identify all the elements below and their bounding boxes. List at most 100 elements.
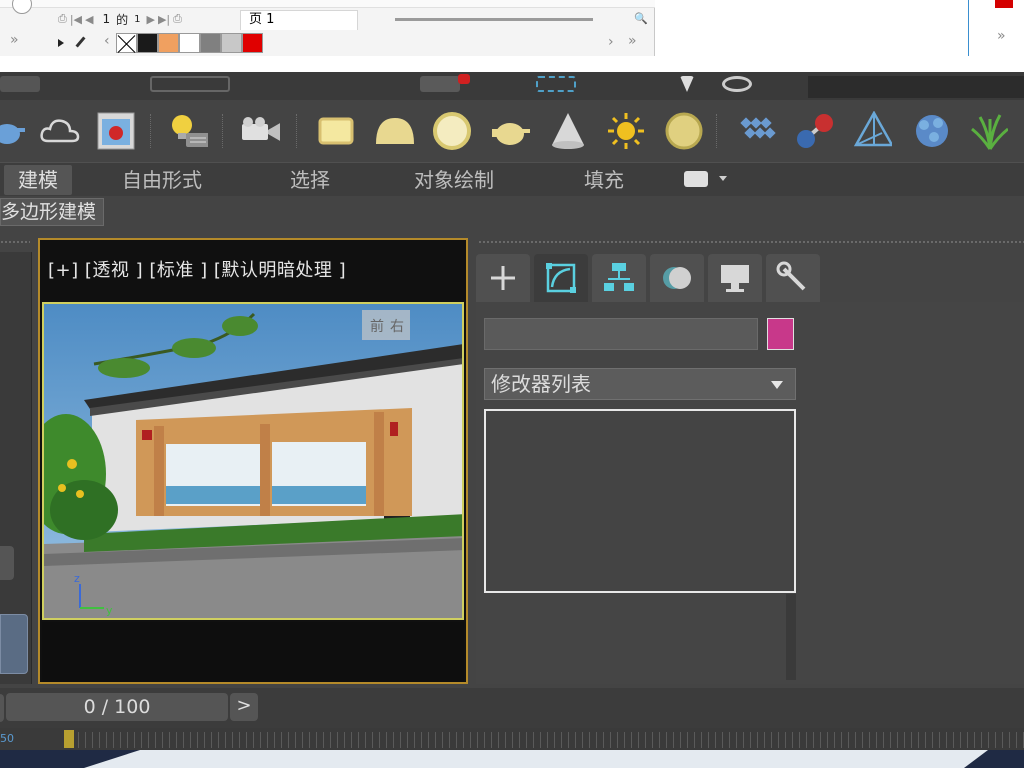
first-page-icon[interactable]: |◀	[70, 13, 82, 26]
ribbon-panel-bar: 多边形建模	[0, 196, 1024, 230]
grass-icon[interactable]	[968, 110, 1008, 152]
time-prev-button[interactable]	[0, 694, 4, 722]
color-swatch-black[interactable]	[136, 33, 158, 53]
main-toolbar-strip	[0, 72, 1024, 100]
eyedropper-icon[interactable]	[74, 36, 86, 50]
left-side-button[interactable]	[0, 546, 14, 580]
ribbon-dropdown-icon[interactable]	[719, 176, 727, 181]
tab-object-paint[interactable]: 对象绘制	[414, 165, 494, 195]
motion-tab[interactable]	[650, 254, 704, 302]
sun-icon[interactable]	[606, 110, 646, 152]
viewcube-front[interactable]: 前	[370, 318, 384, 335]
next-page-icon[interactable]: ▶	[146, 13, 154, 26]
crystal-icon[interactable]	[910, 110, 950, 152]
left-side-panel	[0, 252, 32, 684]
box-glow-icon[interactable]	[316, 110, 356, 152]
utilities-tab[interactable]	[766, 254, 820, 302]
current-page-number[interactable]: 1	[102, 12, 110, 26]
cloud-icon[interactable]	[40, 110, 80, 152]
sphere-glow-icon[interactable]	[432, 110, 472, 152]
swatch-more-icon[interactable]: »	[628, 33, 637, 49]
track-start-number: 50	[0, 732, 14, 745]
swatch-next-icon[interactable]: ›	[608, 34, 614, 50]
tab-freeform[interactable]: 自由形式	[122, 165, 202, 195]
color-swatch-gray[interactable]	[199, 33, 221, 53]
camera-icon[interactable]	[240, 110, 280, 152]
viewport-scene[interactable]: 前 右 z y	[42, 302, 464, 620]
polygon-modeling-button[interactable]: 多边形建模	[0, 198, 104, 226]
object-name-field[interactable]	[484, 318, 758, 350]
page-tab[interactable]: 页 1	[240, 10, 358, 30]
cone-icon[interactable]	[548, 110, 588, 152]
create-toolbar	[0, 100, 1024, 162]
viewport-label[interactable]: [+] [透视 ] [标准 ] [默认明暗处理 ]	[48, 256, 346, 282]
modify-panel: 修改器列表	[476, 302, 1024, 684]
color-swatch-red[interactable]	[241, 33, 263, 53]
command-panel-tabs	[476, 254, 1024, 302]
display-tab[interactable]	[708, 254, 762, 302]
right-expand-chevron-icon[interactable]: »	[997, 28, 1006, 44]
ribbon-tabs: 建模 自由形式 选择 对象绘制 填充	[0, 162, 1024, 196]
axis-z-label: z	[74, 572, 80, 585]
command-panel: 修改器列表	[476, 248, 1024, 684]
red-snap-icon[interactable]	[458, 74, 470, 84]
color-swatch-orange[interactable]	[157, 33, 179, 53]
time-slider-bar: 0 / 100 >	[0, 688, 1024, 728]
ribbon-menu-icon[interactable]	[684, 171, 708, 187]
right-panel-strip: »	[968, 0, 1024, 56]
viewport-letterbox	[42, 622, 464, 682]
molecule-icon[interactable]	[794, 110, 834, 152]
time-slider[interactable]: 0 / 100	[6, 693, 228, 721]
search-field[interactable]	[808, 76, 1024, 98]
hierarchy-tab[interactable]	[592, 254, 646, 302]
modify-tab[interactable]	[534, 254, 588, 302]
modifier-stack[interactable]	[484, 409, 796, 593]
page-nav-panel: » ⎙ |◀ ◀ 1 的 1 ▶ ▶| ⎙ 页 1 🔍 ‹ › »	[0, 0, 655, 56]
swatch-prev-icon[interactable]: ‹	[104, 33, 110, 49]
track-knob[interactable]	[64, 730, 74, 748]
tab-selection[interactable]: 选择	[290, 165, 330, 195]
play-triangle-icon[interactable]	[58, 39, 64, 47]
track-bar[interactable]: 50	[0, 728, 1024, 750]
tab-modeling[interactable]: 建模	[4, 165, 72, 195]
orb-icon[interactable]	[664, 110, 704, 152]
app-window: » ⎙ |◀ ◀ 1 的 1 ▶ ▶| ⎙ 页 1 🔍 ‹ › » » 建模 自…	[0, 0, 1024, 768]
bottom-decor-strip	[0, 750, 1024, 768]
viewcube-right[interactable]: 右	[390, 319, 404, 335]
teapot2-icon[interactable]	[490, 110, 530, 152]
last-page-icon[interactable]: ▶|	[158, 13, 170, 26]
prev-page-icon[interactable]: ◀	[85, 13, 93, 26]
left-side-selected[interactable]	[0, 614, 28, 674]
time-next-button[interactable]: >	[230, 693, 258, 721]
grid-icon[interactable]	[736, 110, 776, 152]
total-pages: 1	[134, 13, 141, 25]
zoom-slider[interactable]	[395, 18, 593, 21]
object-color-swatch[interactable]	[767, 318, 794, 350]
modifier-list-label: 修改器列表	[491, 372, 591, 396]
info-circle-icon[interactable]	[12, 0, 32, 14]
tab-populate[interactable]: 填充	[584, 165, 624, 195]
chevron-down-icon	[771, 381, 783, 389]
red-flag-icon	[995, 0, 1013, 8]
selection-region-icon[interactable]	[536, 76, 576, 92]
axis-y-label: y	[106, 604, 113, 617]
perspective-viewport[interactable]: [+] [透视 ] [标准 ] [默认明暗处理 ] 前 右 z y	[38, 238, 468, 684]
color-swatch-white[interactable]	[178, 33, 200, 53]
no-color-swatch[interactable]	[115, 33, 137, 53]
create-tab[interactable]	[476, 254, 530, 302]
dome-light-icon[interactable]	[374, 110, 414, 152]
teapot-icon[interactable]	[0, 110, 30, 152]
modifier-list-dropdown[interactable]: 修改器列表	[484, 368, 796, 400]
document-toolbar: » ⎙ |◀ ◀ 1 的 1 ▶ ▶| ⎙ 页 1 🔍 ‹ › » »	[0, 0, 1024, 72]
light-bulb-icon[interactable]	[168, 110, 208, 152]
page-icon[interactable]: ⎙	[58, 12, 67, 26]
page-add-icon[interactable]: ⎙	[173, 12, 182, 26]
zoom-icon[interactable]: 🔍	[634, 12, 648, 26]
color-swatch-lightgray[interactable]	[220, 33, 242, 53]
expand-chevron-icon[interactable]: »	[10, 32, 19, 48]
color-swatch-row: ‹	[58, 32, 263, 54]
pyramid-icon[interactable]	[852, 110, 892, 152]
of-label: 的	[116, 12, 129, 27]
modifier-stack-scrollbar[interactable]	[786, 594, 796, 680]
render-frame-icon[interactable]	[96, 110, 136, 152]
